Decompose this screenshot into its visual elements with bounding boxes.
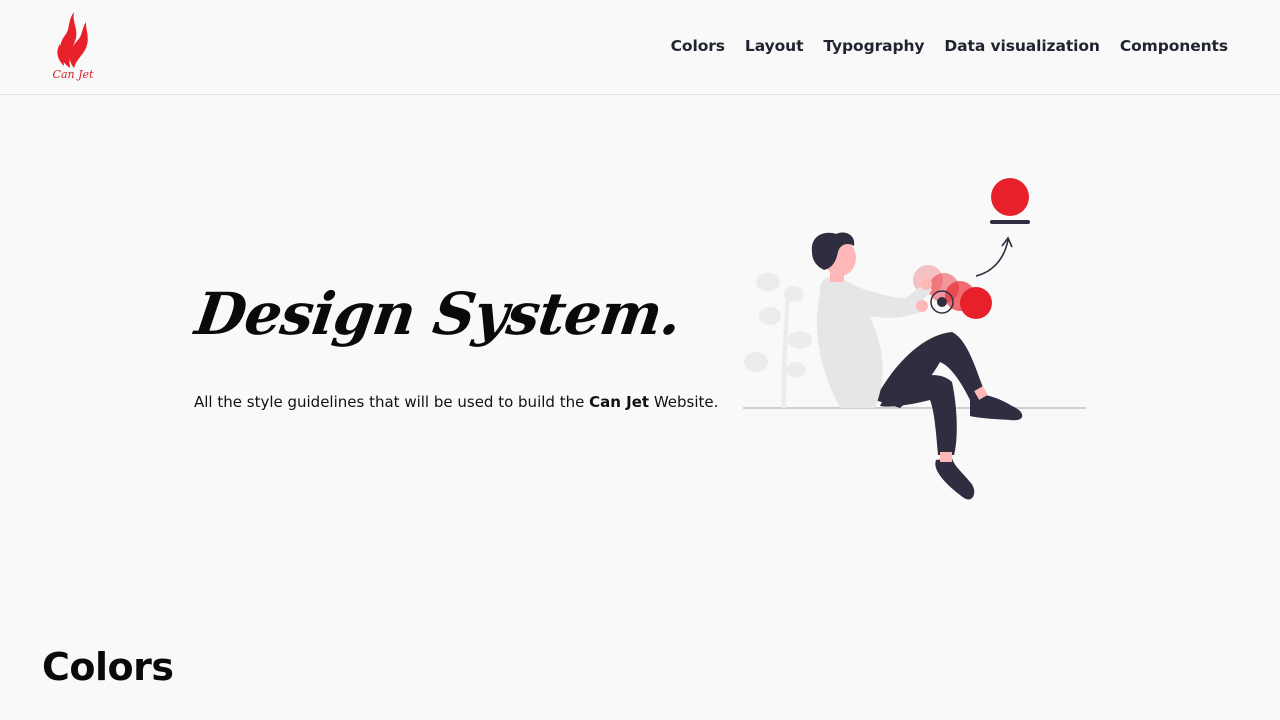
nav-link-components[interactable]: Components — [1120, 37, 1228, 55]
hero-subtitle-brand: Can Jet — [589, 393, 650, 411]
brand-logo[interactable]: Can Jet — [48, 10, 98, 86]
top-navigation-bar: Can Jet Colors Layout Typography Data vi… — [0, 0, 1280, 95]
nav-link-colors[interactable]: Colors — [671, 37, 725, 55]
flame-logo-icon — [57, 12, 88, 68]
person-design-illustration — [743, 178, 1086, 500]
hero-title: Design System. — [191, 280, 686, 348]
nav-link-layout[interactable]: Layout — [745, 37, 804, 55]
hero-subtitle-text: All the style guidelines that will be us… — [194, 393, 590, 411]
colors-section-heading: Colors — [42, 645, 174, 689]
logo-text: Can Jet — [52, 68, 94, 81]
nav-link-typography[interactable]: Typography — [823, 37, 924, 55]
hero-subtitle-end: Website. — [649, 393, 719, 411]
hero-subtitle: All the style guidelines that will be us… — [194, 393, 718, 411]
main-nav: Colors Layout Typography Data visualizat… — [671, 37, 1228, 55]
nav-link-data-visualization[interactable]: Data visualization — [944, 37, 1100, 55]
